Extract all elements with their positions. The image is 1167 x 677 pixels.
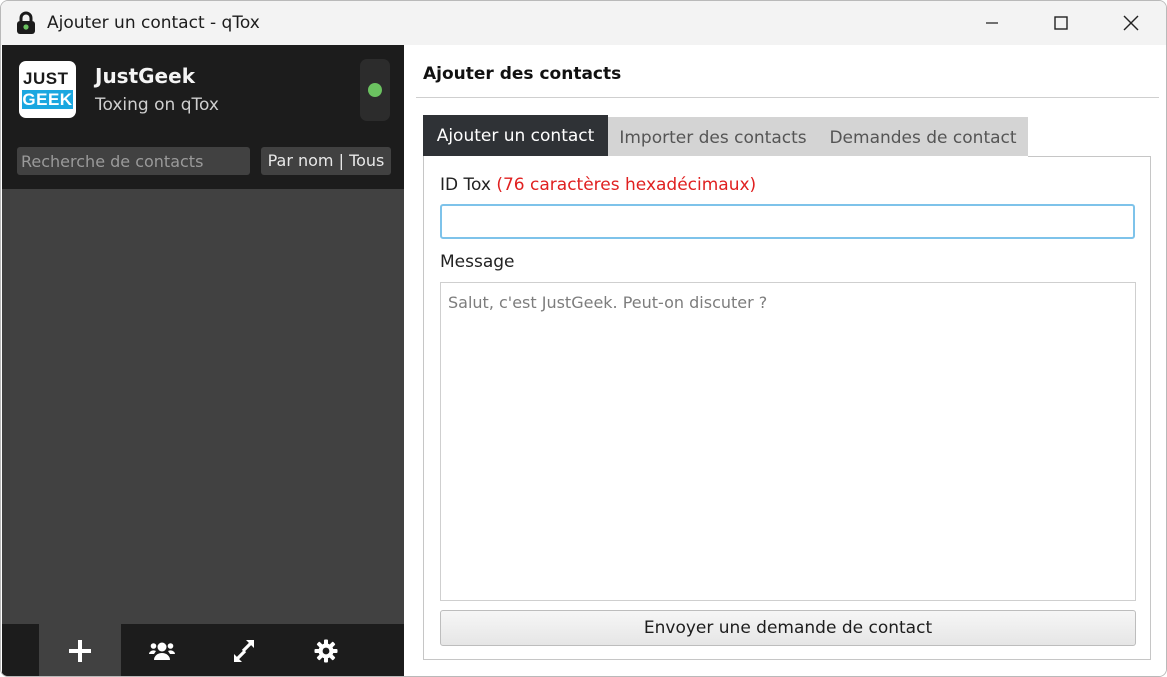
transfer-arrows-icon [234, 639, 254, 662]
contact-filter-button[interactable]: Par nom | Tous [261, 147, 391, 175]
sidebar: JUST GEEK JustGeek Toxing on qTox Par no… [2, 45, 404, 676]
file-transfers-button[interactable] [203, 624, 285, 676]
group-icon [149, 642, 175, 660]
minimize-button[interactable] [957, 1, 1027, 45]
avatar[interactable]: JUST GEEK [19, 61, 76, 118]
tab-import-contacts[interactable]: Importer des contacts [608, 117, 818, 157]
message-label: Message [440, 252, 515, 272]
create-group-button[interactable] [121, 624, 203, 676]
status-button[interactable] [360, 59, 390, 121]
app-window: Ajouter un contact - qTox JUST GEEK Just… [0, 0, 1167, 677]
close-icon [1123, 15, 1139, 31]
maximize-button[interactable] [1026, 1, 1096, 45]
title-divider [416, 97, 1159, 98]
tox-id-hint: (76 caractères hexadécimaux) [496, 175, 757, 195]
tox-id-input[interactable] [440, 204, 1135, 239]
minimize-icon [986, 22, 998, 24]
sidebar-toolbar [2, 624, 404, 676]
avatar-text-bottom: GEEK [22, 90, 73, 109]
page-title: Ajouter des contacts [423, 64, 622, 84]
tab-contact-requests[interactable]: Demandes de contact [818, 117, 1028, 157]
profile-header: JUST GEEK JustGeek Toxing on qTox Par no… [2, 45, 404, 189]
plus-icon [69, 639, 91, 662]
qtox-lock-icon [15, 11, 37, 35]
add-contact-button[interactable] [39, 624, 121, 676]
contact-search-input[interactable] [17, 147, 250, 175]
tox-id-label: ID Tox (76 caractères hexadécimaux) [440, 175, 756, 195]
tox-id-label-text: ID Tox [440, 175, 491, 195]
tab-add-contact[interactable]: Ajouter un contact [423, 115, 608, 157]
send-request-button[interactable]: Envoyer une demande de contact [440, 610, 1136, 646]
avatar-text-top: JUST [23, 69, 69, 88]
gear-icon [314, 639, 338, 662]
profile-name[interactable]: JustGeek [95, 64, 195, 88]
settings-button[interactable] [285, 624, 367, 676]
maximize-icon [1054, 16, 1068, 30]
main-panel: Ajouter des contacts Ajouter un contact … [404, 45, 1166, 676]
title-bar: Ajouter un contact - qTox [1, 1, 1166, 45]
window-title: Ajouter un contact - qTox [47, 13, 260, 33]
profile-status-message[interactable]: Toxing on qTox [95, 95, 219, 115]
message-textarea[interactable] [440, 282, 1136, 601]
panel-border [1028, 156, 1151, 157]
close-button[interactable] [1096, 1, 1166, 45]
online-status-icon [368, 83, 382, 97]
